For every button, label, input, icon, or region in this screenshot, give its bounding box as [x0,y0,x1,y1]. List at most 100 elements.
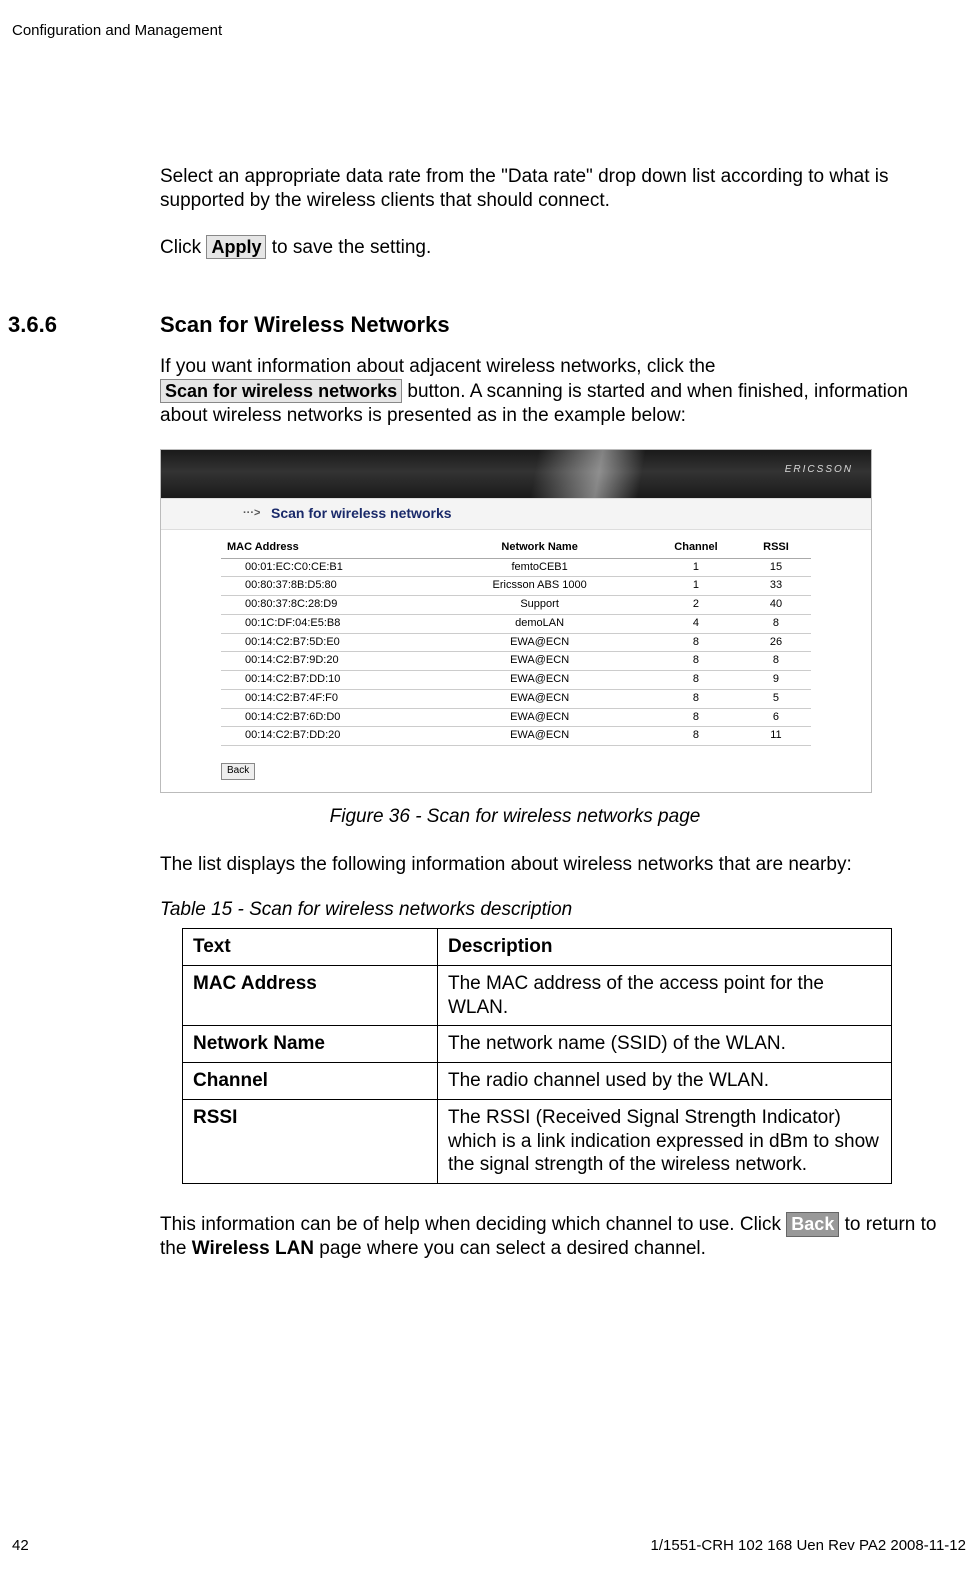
table-row: 00:1C:DF:04:E5:B8demoLAN48 [221,614,811,633]
cell-name: EWA@ECN [428,652,651,671]
cell-mac: 00:14:C2:B7:DD:10 [221,671,428,690]
figure-caption: Figure 36 - Scan for wireless networks p… [160,805,870,829]
cell-rssi: 40 [741,596,811,615]
cell-mac: 00:80:37:8B:D5:80 [221,577,428,596]
text-label: RSSI [193,1107,237,1128]
cell-mac: 00:14:C2:B7:9D:20 [221,652,428,671]
cell-mac: 00:80:37:8C:28:D9 [221,596,428,615]
back-button[interactable]: Back [221,763,255,780]
paragraph-data-rate: Select an appropriate data rate from the… [160,165,945,213]
cell-desc: The radio channel used by the WLAN. [438,1063,892,1100]
table-row: 00:14:C2:B7:5D:E0EWA@ECN826 [221,633,811,652]
cell-channel: 8 [651,671,741,690]
col-channel: Channel [651,538,741,558]
table-row: MAC Address The MAC address of the acces… [183,965,892,1026]
table-header-row: Text Description [183,929,892,966]
cell-rssi: 33 [741,577,811,596]
table-row: 00:14:C2:B7:DD:10EWA@ECN89 [221,671,811,690]
cell-name: EWA@ECN [428,708,651,727]
cell-name: EWA@ECN [428,671,651,690]
table-row: 00:14:C2:B7:4F:F0EWA@ECN85 [221,689,811,708]
cell-mac: 00:14:C2:B7:5D:E0 [221,633,428,652]
section-heading: 3.6.6 Scan for Wireless Networks [160,311,945,339]
arrow-icon: ···> [243,507,260,521]
cell-name: Ericsson ABS 1000 [428,577,651,596]
cell-channel: 8 [651,652,741,671]
table-row: 00:14:C2:B7:DD:20EWA@ECN811 [221,727,811,746]
text: If you want information about adjacent w… [160,356,716,377]
cell-mac: 00:01:EC:C0:CE:B1 [221,558,428,577]
text-label: Channel [193,1070,268,1091]
col-name: Network Name [428,538,651,558]
col-text: Text [183,929,438,966]
section-title: Scan for Wireless Networks [160,312,450,337]
paragraph-after-figure: The list displays the following informat… [160,853,945,877]
cell-name: Support [428,596,651,615]
cell-name: EWA@ECN [428,727,651,746]
apply-button-ref: Apply [206,235,266,260]
paragraph-apply: Click Apply to save the setting. [160,235,945,260]
page: Configuration and Management Select an a… [0,0,978,1574]
scan-results-tbody: 00:01:EC:C0:CE:B1femtoCEB1115 00:80:37:8… [221,558,811,746]
page-number: 42 [12,1537,29,1554]
ericsson-logo: ERICSSON [785,464,853,477]
cell-desc: The RSSI (Received Signal Strength Indic… [438,1099,892,1183]
cell-channel: 1 [651,577,741,596]
table-row: 00:80:37:8C:28:D9Support240 [221,596,811,615]
cell-text: RSSI [183,1099,438,1183]
table-row: 00:14:C2:B7:6D:D0EWA@ECN86 [221,708,811,727]
figure-subheading: ···> Scan for wireless networks [161,498,871,530]
cell-text: Network Name [183,1026,438,1063]
cell-rssi: 26 [741,633,811,652]
cell-mac: 00:1C:DF:04:E5:B8 [221,614,428,633]
scan-results-table: MAC Address Network Name Channel RSSI 00… [221,538,811,746]
cell-channel: 2 [651,596,741,615]
wlan-text: Wireless LAN [192,1238,314,1259]
cell-channel: 4 [651,614,741,633]
paragraph-scan-intro: If you want information about adjacent w… [160,355,945,427]
scan-button-ref: Scan for wireless networks [160,379,402,404]
cell-name: EWA@ECN [428,633,651,652]
table-row: RSSI The RSSI (Received Signal Strength … [183,1099,892,1183]
cell-name: femtoCEB1 [428,558,651,577]
table-row: 00:80:37:8B:D5:80Ericsson ABS 1000133 [221,577,811,596]
cell-rssi: 11 [741,727,811,746]
text: Select an appropriate data rate from the… [160,166,889,211]
figure-body: MAC Address Network Name Channel RSSI 00… [161,530,871,792]
cell-name: demoLAN [428,614,651,633]
text: to save the setting. [266,237,431,258]
cell-mac: 00:14:C2:B7:4F:F0 [221,689,428,708]
table-row: Network Name The network name (SSID) of … [183,1026,892,1063]
page-header: Configuration and Management [12,22,222,39]
cell-desc: The MAC address of the access point for … [438,965,892,1026]
cell-desc: The network name (SSID) of the WLAN. [438,1026,892,1063]
cell-mac: 00:14:C2:B7:DD:20 [221,727,428,746]
cell-text: MAC Address [183,965,438,1026]
cell-channel: 8 [651,633,741,652]
figure-subheading-text: Scan for wireless networks [271,505,452,521]
text: This information can be of help when dec… [160,1214,786,1235]
cell-channel: 8 [651,727,741,746]
figure-banner: ERICSSON [161,450,871,498]
cell-rssi: 5 [741,689,811,708]
table-header-row: MAC Address Network Name Channel RSSI [221,538,811,558]
text: page where you can select a desired chan… [314,1238,706,1259]
cell-mac: 00:14:C2:B7:6D:D0 [221,708,428,727]
banner-sweep [431,450,781,498]
table-row: 00:14:C2:B7:9D:20EWA@ECN88 [221,652,811,671]
cell-name: EWA@ECN [428,689,651,708]
section-number: 3.6.6 [8,311,57,339]
cell-channel: 1 [651,558,741,577]
description-table: Text Description MAC Address The MAC add… [182,928,892,1184]
col-mac: MAC Address [221,538,428,558]
col-rssi: RSSI [741,538,811,558]
cell-text: Channel [183,1063,438,1100]
back-button-ref: Back [786,1212,839,1237]
cell-channel: 8 [651,708,741,727]
col-description: Description [438,929,892,966]
main-content: Select an appropriate data rate from the… [160,165,945,1283]
cell-rssi: 8 [741,652,811,671]
document-id: 1/1551-CRH 102 168 Uen Rev PA2 2008-11-1… [651,1537,966,1554]
table-row: Channel The radio channel used by the WL… [183,1063,892,1100]
table-row: 00:01:EC:C0:CE:B1femtoCEB1115 [221,558,811,577]
